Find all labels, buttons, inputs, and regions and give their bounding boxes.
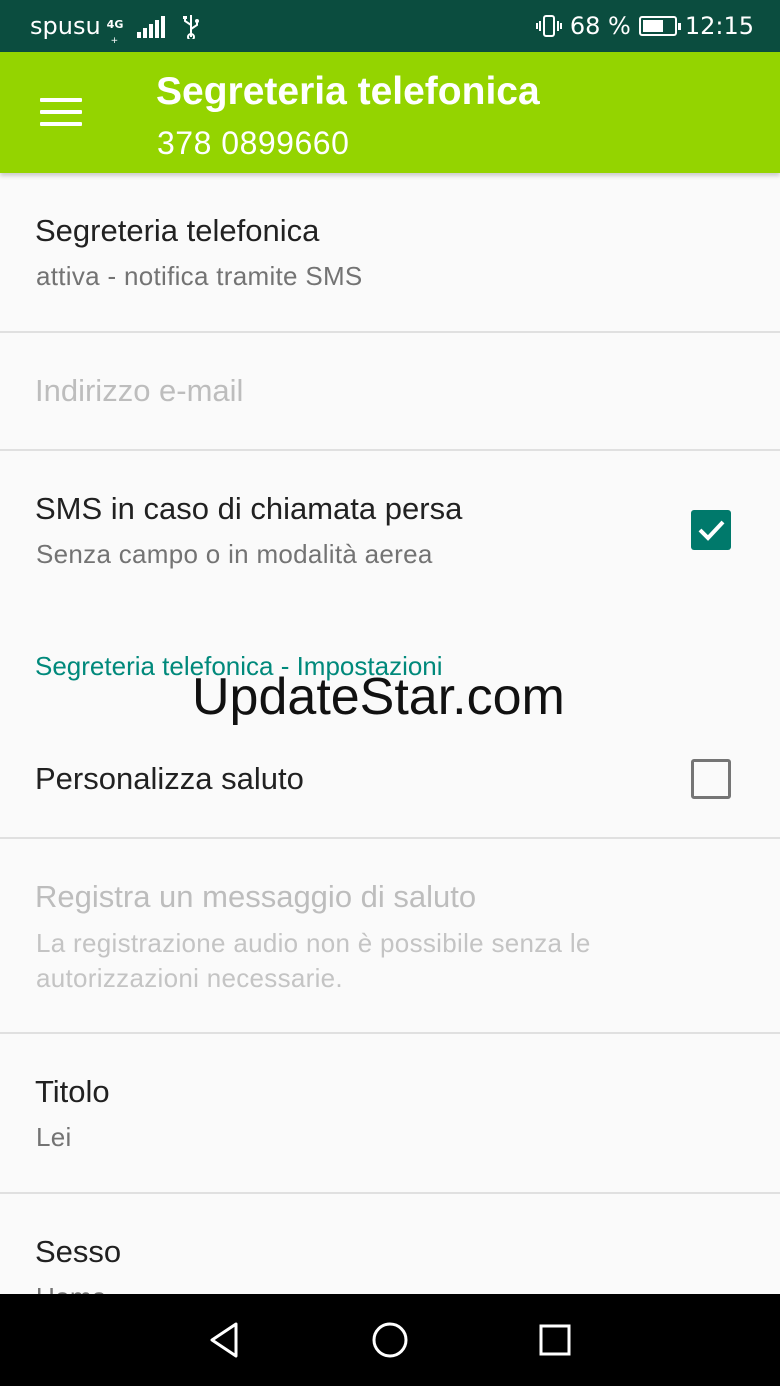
pref-summary: Lei <box>36 1122 72 1152</box>
network-type-indicator: 4G + <box>107 11 131 46</box>
pref-title: Indirizzo e-mail <box>35 373 244 408</box>
pref-title: Titolo <box>35 1074 110 1109</box>
carrier-name: spusu <box>30 12 101 40</box>
menu-button[interactable] <box>28 88 92 136</box>
hamburger-menu-line <box>40 122 82 126</box>
battery-percent: 68 % <box>569 12 631 40</box>
navigation-bar <box>0 1294 780 1386</box>
pref-title: Personalizza saluto <box>35 761 304 796</box>
pref-custom-greeting[interactable]: Personalizza saluto <box>0 713 780 837</box>
page-title: Segreteria telefonica <box>156 70 540 113</box>
pref-title: Registra un messaggio di saluto <box>35 879 477 914</box>
pref-record-greeting: Registra un messaggio di saluto La regis… <box>0 839 780 1032</box>
pref-summary: Uomo <box>36 1282 107 1294</box>
checkmark-icon <box>698 520 725 541</box>
pref-gender[interactable]: Sesso Uomo <box>0 1194 780 1294</box>
pref-summary: Senza campo o in modalità aerea <box>36 539 433 569</box>
watermark: UpdateStar.com <box>192 668 565 726</box>
hamburger-menu-icon <box>40 98 82 102</box>
pref-sms-missed-call[interactable]: SMS in caso di chiamata persa Senza camp… <box>0 451 780 611</box>
pref-summary: attiva - notifica tramite SMS <box>36 261 363 291</box>
pref-title: SMS in caso di chiamata persa <box>35 491 463 526</box>
battery-charging-icon <box>638 16 681 36</box>
custom-greeting-checkbox[interactable] <box>691 759 731 799</box>
pref-summary-line2: autorizzazioni necessarie. <box>36 963 343 993</box>
status-bar-left: spusu 4G + <box>30 10 201 46</box>
pref-title: Sesso <box>35 1234 122 1269</box>
vibrate-icon <box>535 15 562 37</box>
pref-voicemail[interactable]: Segreteria telefonica attiva - notifica … <box>0 173 780 331</box>
pref-title: Segreteria telefonica <box>35 213 320 248</box>
settings-list: Segreteria telefonica attiva - notifica … <box>0 173 780 1294</box>
status-bar-right: 68 % 12:15 <box>535 10 754 42</box>
sms-missed-call-checkbox[interactable] <box>691 510 731 550</box>
pref-title-salutation[interactable]: Titolo Lei <box>0 1034 780 1192</box>
home-circle-icon[interactable] <box>366 1316 414 1364</box>
status-bar: spusu 4G + 68 % 12:15 <box>0 0 780 52</box>
usb-icon <box>182 15 199 39</box>
phone-number: 378 0899660 <box>157 125 350 161</box>
recents-square-icon[interactable] <box>531 1316 579 1364</box>
clock: 12:15 <box>684 12 754 40</box>
signal-strength-icon <box>136 14 165 38</box>
back-triangle-icon[interactable] <box>200 1316 248 1364</box>
pref-email-address: Indirizzo e-mail <box>0 333 780 449</box>
app-bar: Segreteria telefonica 378 0899660 <box>0 52 780 173</box>
pref-summary-line1: La registrazione audio non è possibile s… <box>36 928 591 958</box>
hamburger-menu-line <box>40 110 82 114</box>
